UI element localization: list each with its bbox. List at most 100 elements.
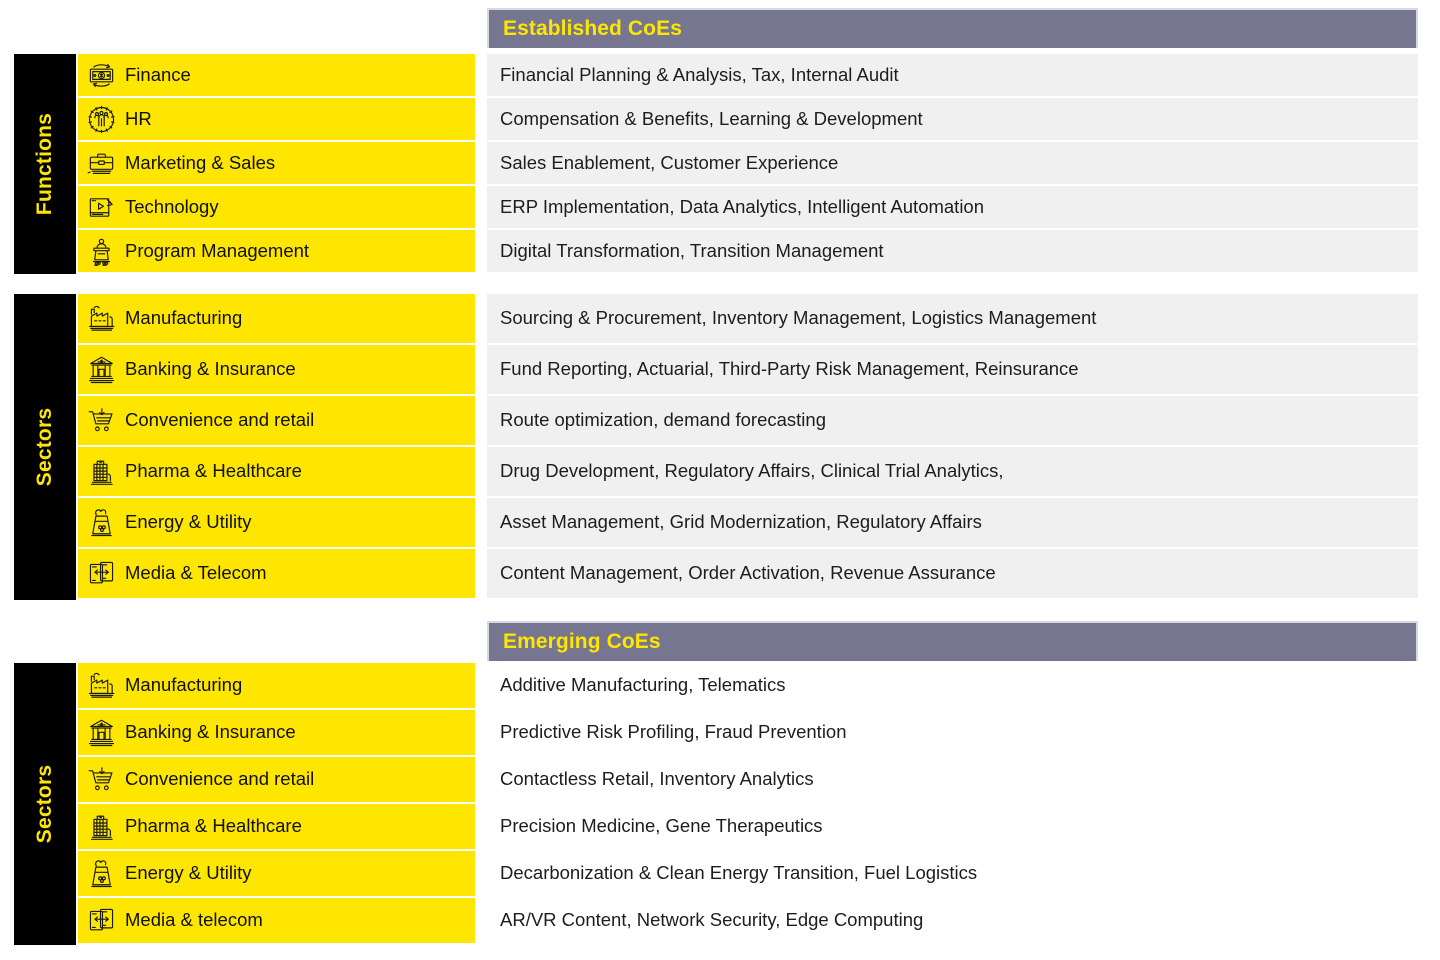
section-banner-title: Established CoEs: [503, 17, 682, 40]
category-label: Banking & Insurance: [125, 358, 296, 380]
column-gap: [475, 804, 487, 849]
description-text: Compensation & Benefits, Learning & Deve…: [500, 107, 923, 129]
description-cell: Digital Transformation, Transition Manag…: [487, 230, 1418, 272]
description-text: AR/VR Content, Network Security, Edge Co…: [500, 909, 924, 931]
shopping-cart-icon: [84, 404, 118, 438]
category-cell[interactable]: Media & telecom: [78, 898, 475, 943]
table-row[interactable]: Media & Telecom Content Management, Order…: [78, 549, 1418, 598]
category-cell[interactable]: Banking & Insurance: [78, 345, 475, 394]
section-banner-established: Established CoEs: [487, 8, 1418, 48]
group-rail-label: Sectors: [33, 764, 56, 844]
description-text: Predictive Risk Profiling, Fraud Prevent…: [500, 721, 847, 743]
table-row[interactable]: Manufacturing Sourcing & Procurement, Inv…: [78, 294, 1418, 343]
description-cell: Sales Enablement, Customer Experience: [487, 142, 1418, 184]
bank-icon: [84, 353, 118, 387]
shopping-cart-icon: [84, 763, 118, 797]
category-label: Convenience and retail: [125, 409, 315, 431]
description-text: Asset Management, Grid Modernization, Re…: [500, 511, 982, 533]
category-label: Energy & Utility: [125, 862, 252, 884]
category-cell[interactable]: Convenience and retail: [78, 757, 475, 802]
description-text: Contactless Retail, Inventory Analytics: [500, 768, 814, 790]
description-cell: Financial Planning & Analysis, Tax, Inte…: [487, 54, 1418, 96]
table-row[interactable]: Technology ERP Implementation, Data Analy…: [78, 186, 1418, 228]
group-functions: Functions Finance Financial Planning & An…: [0, 54, 1440, 274]
table-row[interactable]: Finance Financial Planning & Analysis, Ta…: [78, 54, 1418, 96]
category-cell[interactable]: Marketing & Sales: [78, 142, 475, 184]
description-text: Financial Planning & Analysis, Tax, Inte…: [500, 63, 899, 85]
category-cell[interactable]: HR: [78, 98, 475, 140]
column-gap: [475, 757, 487, 802]
description-cell: Fund Reporting, Actuarial, Third-Party R…: [487, 345, 1418, 394]
description-cell: Content Management, Order Activation, Re…: [487, 549, 1418, 598]
table-row[interactable]: Convenience and retail Contactless Retail…: [78, 757, 1418, 802]
column-gap: [475, 142, 487, 184]
hospital-icon: [84, 810, 118, 844]
table-row[interactable]: Banking & Insurance Fund Reporting, Actua…: [78, 345, 1418, 394]
factory-icon: [84, 302, 118, 336]
category-cell[interactable]: Manufacturing: [78, 663, 475, 708]
category-label: Manufacturing: [125, 307, 243, 329]
category-label: Pharma & Healthcare: [125, 460, 302, 482]
category-cell[interactable]: Banking & Insurance: [78, 710, 475, 755]
group-rail-label: Sectors: [33, 407, 56, 487]
media-player-icon: [84, 190, 118, 224]
description-text: Drug Development, Regulatory Affairs, Cl…: [500, 460, 1004, 482]
group-rows-functions: Finance Financial Planning & Analysis, Ta…: [78, 54, 1418, 272]
column-gap: [475, 345, 487, 394]
group-rail-label: Functions: [33, 112, 56, 216]
description-cell: Precision Medicine, Gene Therapeutics: [487, 804, 1418, 849]
category-label: Convenience and retail: [125, 768, 315, 790]
description-cell: Compensation & Benefits, Learning & Deve…: [487, 98, 1418, 140]
table-row[interactable]: Program Management Digital Transformatio…: [78, 230, 1418, 272]
column-gap: [475, 549, 487, 598]
coe-overview-page: Established CoEs Functions Finance Financ…: [0, 0, 1440, 960]
description-text: Decarbonization & Clean Energy Transitio…: [500, 862, 978, 884]
power-plant-icon: [84, 506, 118, 540]
bank-icon: [84, 716, 118, 750]
category-cell[interactable]: Manufacturing: [78, 294, 475, 343]
description-cell: Sourcing & Procurement, Inventory Manage…: [487, 294, 1418, 343]
category-cell[interactable]: Pharma & Healthcare: [78, 447, 475, 496]
devices-sync-icon: [84, 557, 118, 591]
column-gap: [475, 851, 487, 896]
table-row[interactable]: Pharma & Healthcare Precision Medicine, G…: [78, 804, 1418, 849]
column-gap: [475, 710, 487, 755]
category-cell[interactable]: Energy & Utility: [78, 498, 475, 547]
category-label: Finance: [125, 63, 191, 85]
category-cell[interactable]: Pharma & Healthcare: [78, 804, 475, 849]
table-row[interactable]: Energy & Utility Asset Management, Grid …: [78, 498, 1418, 547]
table-row[interactable]: Media & telecom AR/VR Content, Network Se…: [78, 898, 1418, 943]
category-cell[interactable]: Finance: [78, 54, 475, 96]
description-text: Additive Manufacturing, Telematics: [500, 674, 786, 696]
category-cell[interactable]: Program Management: [78, 230, 475, 272]
column-gap: [475, 396, 487, 445]
category-cell[interactable]: Media & Telecom: [78, 549, 475, 598]
table-row[interactable]: Convenience and retail Route optimization…: [78, 396, 1418, 445]
category-label: Technology: [125, 195, 219, 217]
description-cell: Predictive Risk Profiling, Fraud Prevent…: [487, 710, 1418, 755]
category-cell[interactable]: Convenience and retail: [78, 396, 475, 445]
table-row[interactable]: Manufacturing Additive Manufacturing, Tel…: [78, 663, 1418, 708]
table-row[interactable]: Pharma & Healthcare Drug Development, Reg…: [78, 447, 1418, 496]
group-sectors-established: Sectors Manufacturing Sourcing & Procurem…: [0, 294, 1440, 600]
category-label: Media & Telecom: [125, 562, 267, 584]
group-rail-sectors-emerging: Sectors: [14, 663, 76, 945]
category-cell[interactable]: Energy & Utility: [78, 851, 475, 896]
table-row[interactable]: Energy & Utility Decarbonization & Clean …: [78, 851, 1418, 896]
column-gap: [475, 186, 487, 228]
column-gap: [475, 98, 487, 140]
column-gap: [475, 663, 487, 708]
description-text: Sourcing & Procurement, Inventory Manage…: [500, 307, 1097, 329]
table-row[interactable]: HR Compensation & Benefits, Learning & De…: [78, 98, 1418, 140]
description-cell: Asset Management, Grid Modernization, Re…: [487, 498, 1418, 547]
category-cell[interactable]: Technology: [78, 186, 475, 228]
group-rail-sectors-established: Sectors: [14, 294, 76, 600]
description-cell: Route optimization, demand forecasting: [487, 396, 1418, 445]
table-row[interactable]: Marketing & Sales Sales Enablement, Custo…: [78, 142, 1418, 184]
table-row[interactable]: Banking & Insurance Predictive Risk Profi…: [78, 710, 1418, 755]
column-gap: [475, 294, 487, 343]
group-rows-sectors-emerging: Manufacturing Additive Manufacturing, Tel…: [78, 663, 1418, 943]
column-gap: [475, 447, 487, 496]
devices-sync-icon: [84, 904, 118, 938]
column-gap: [475, 498, 487, 547]
